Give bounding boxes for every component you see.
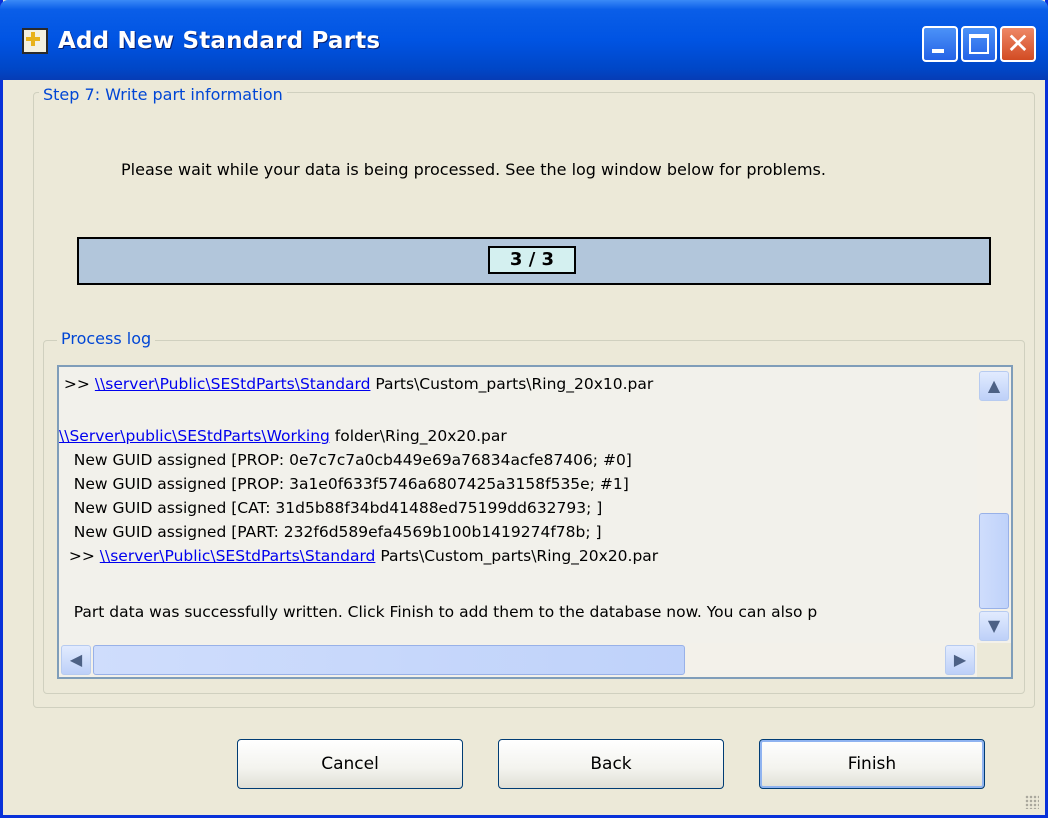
progress-label: 3 / 3 — [488, 246, 576, 274]
log-line-text: New GUID assigned [PROP: 3a1e0f633f5746a… — [59, 475, 629, 493]
scroll-left-icon: ◀ — [69, 650, 83, 669]
vertical-scrollbar[interactable]: ▲ ▼ — [977, 367, 1011, 643]
process-log-legend: Process log — [57, 329, 156, 348]
log-line: New GUID assigned [CAT: 31d5b88f34bd4148… — [59, 497, 603, 519]
log-line-text: >> — [59, 375, 95, 393]
log-line-text: Part data was successfully written. Clic… — [59, 603, 818, 621]
window-title: Add New Standard Parts — [58, 28, 381, 54]
close-icon: ✕ — [1006, 27, 1030, 60]
log-path-link[interactable]: \\server\Public\SEStdParts\Standard — [100, 547, 376, 565]
log-line-text: New GUID assigned [CAT: 31d5b88f34bd4148… — [59, 499, 603, 517]
close-button[interactable]: ✕ — [1000, 26, 1036, 62]
log-line: >> \\server\Public\SEStdParts\Standard P… — [59, 545, 658, 567]
log-line: >> \\server\Public\SEStdParts\Standard P… — [59, 373, 653, 395]
log-path-link[interactable]: \\Server\public\SEStdParts\Working — [59, 427, 330, 445]
log-line-text: folder\Ring_20x20.par — [329, 427, 507, 445]
vertical-scroll-thumb[interactable] — [979, 513, 1009, 609]
scroll-right-button[interactable]: ▶ — [945, 645, 975, 675]
horizontal-scrollbar[interactable]: ◀ ▶ — [59, 643, 979, 677]
minimize-icon — [932, 49, 944, 53]
minimize-button[interactable] — [922, 26, 958, 62]
progress-bar: 3 / 3 — [77, 237, 991, 285]
log-line-text: Parts\Custom_parts\Ring_20x20.par — [375, 547, 659, 565]
finish-button[interactable]: Finish — [759, 739, 985, 789]
scroll-down-icon: ▼ — [987, 616, 1001, 635]
log-line: Part data was successfully written. Clic… — [59, 601, 817, 623]
horizontal-scroll-thumb[interactable] — [93, 645, 685, 675]
cancel-button[interactable]: Cancel — [237, 739, 463, 789]
maximize-icon — [969, 34, 989, 54]
maximize-button[interactable] — [961, 26, 997, 62]
status-message: Please wait while your data is being pro… — [121, 160, 826, 179]
back-button[interactable]: Back — [498, 739, 724, 789]
scroll-up-button[interactable]: ▲ — [979, 371, 1009, 401]
title-bar[interactable]: Add New Standard Parts ✕ — [0, 0, 1048, 80]
add-new-standard-parts-dialog: Add New Standard Parts ✕ Step 7: Write p… — [0, 0, 1048, 818]
scroll-up-icon: ▲ — [987, 376, 1001, 395]
log-line-text: Parts\Custom_parts\Ring_20x10.par — [370, 375, 654, 393]
log-line-text: >> — [59, 547, 100, 565]
scroll-left-button[interactable]: ◀ — [61, 645, 91, 675]
scroll-down-button[interactable]: ▼ — [979, 611, 1009, 641]
step-legend: Step 7: Write part information — [39, 85, 287, 104]
resize-grip[interactable] — [1025, 795, 1039, 809]
log-content: >> \\server\Public\SEStdParts\Standard P… — [59, 367, 979, 643]
log-line: New GUID assigned [PROP: 0e7c7c7a0cb449e… — [59, 449, 632, 471]
log-line: \\Server\public\SEStdParts\Working folde… — [59, 425, 507, 447]
log-line-text: New GUID assigned [PROP: 0e7c7c7a0cb449e… — [59, 451, 632, 469]
log-path-link[interactable]: \\server\Public\SEStdParts\Standard — [95, 375, 371, 393]
log-line-text: New GUID assigned [PART: 232f6d589efa456… — [59, 523, 602, 541]
app-icon — [22, 28, 48, 54]
log-line: New GUID assigned [PROP: 3a1e0f633f5746a… — [59, 473, 629, 495]
scroll-right-icon: ▶ — [953, 650, 967, 669]
scroll-corner — [977, 643, 1011, 677]
process-log[interactable]: >> \\server\Public\SEStdParts\Standard P… — [57, 365, 1013, 679]
log-line: New GUID assigned [PART: 232f6d589efa456… — [59, 521, 602, 543]
